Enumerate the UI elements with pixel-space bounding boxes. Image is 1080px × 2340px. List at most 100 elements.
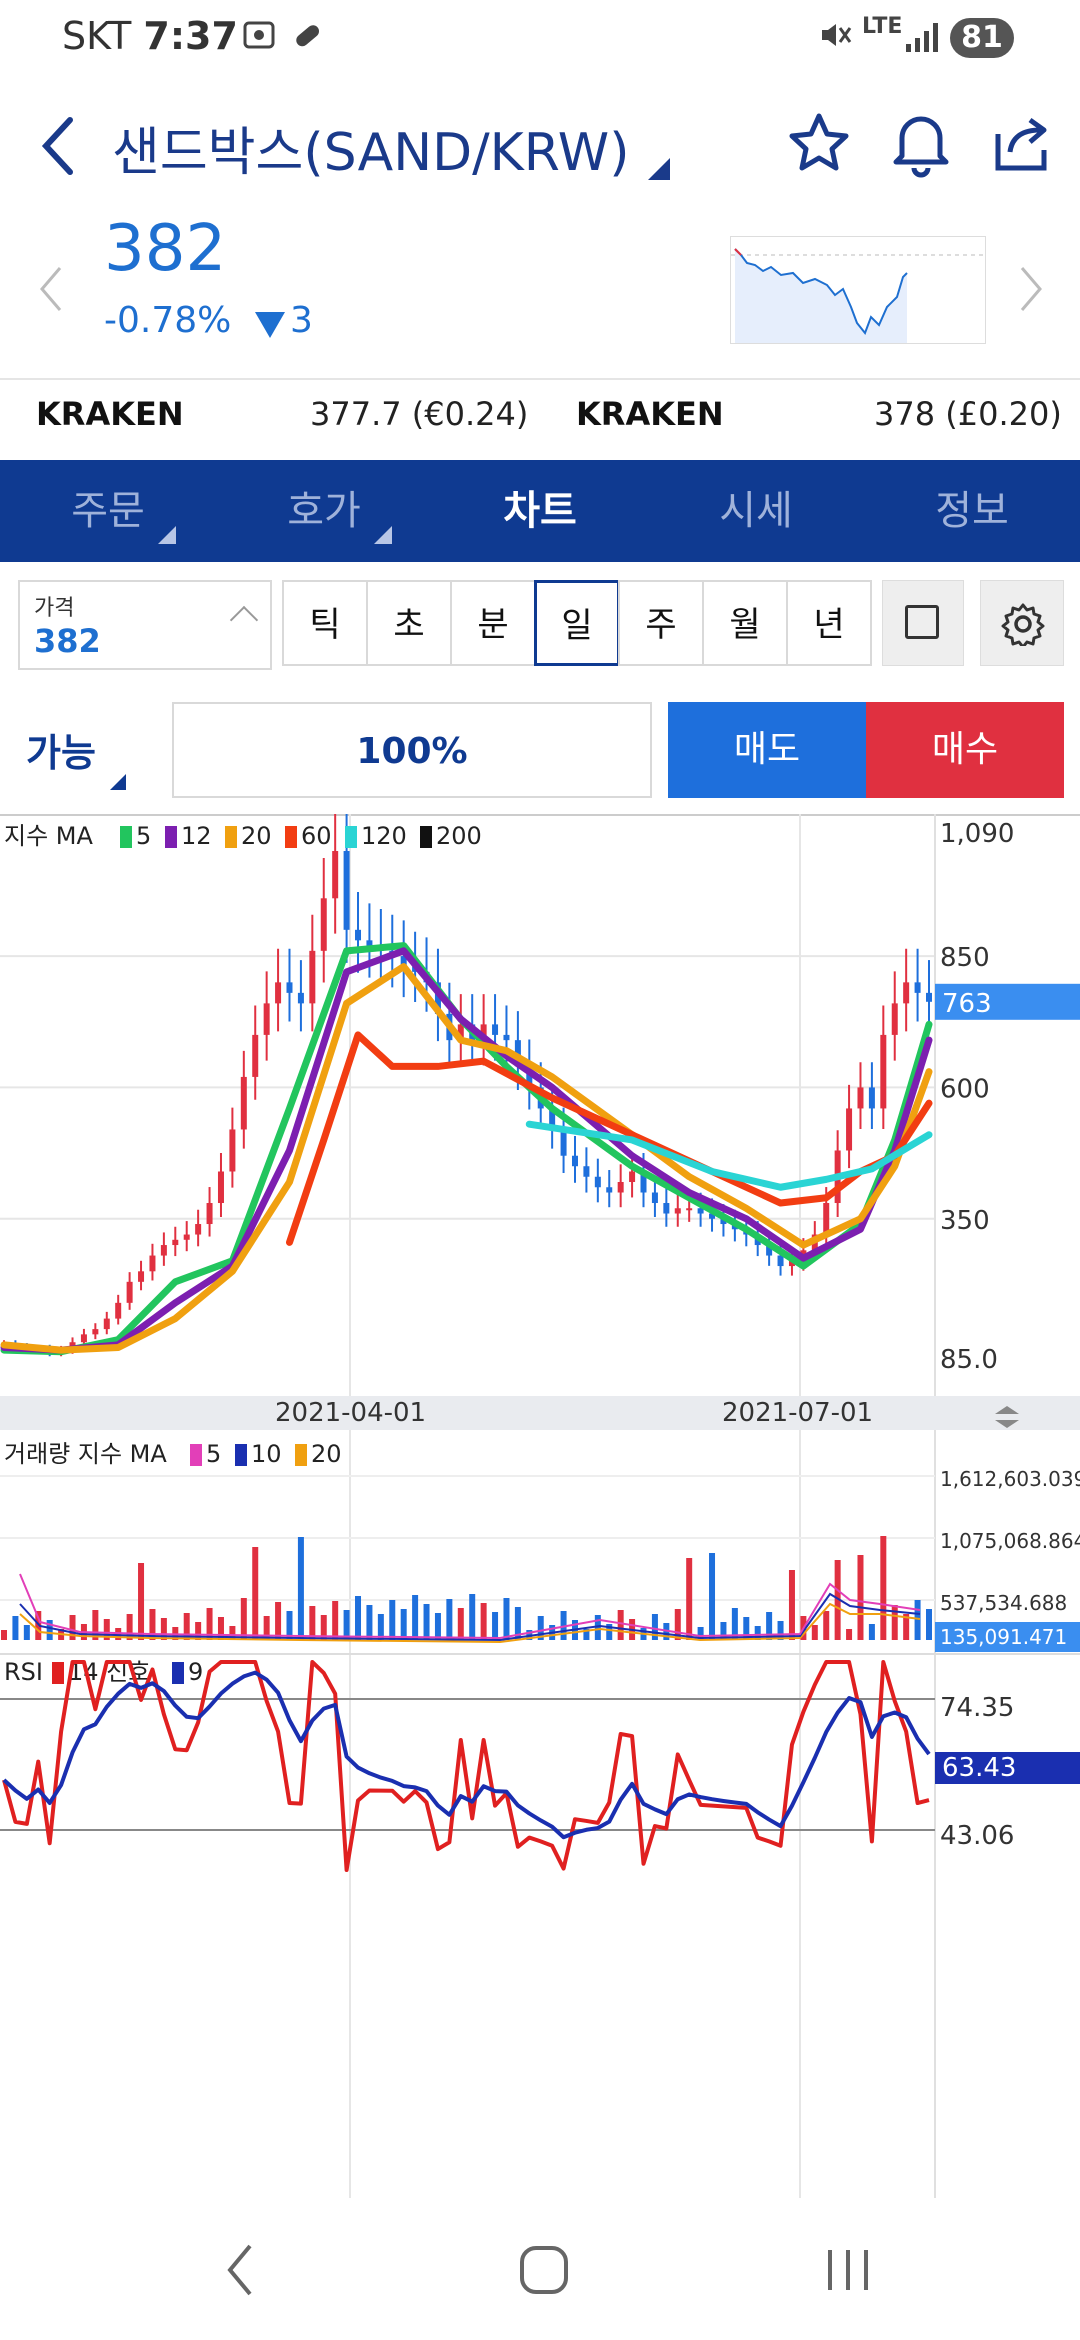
period-second[interactable]: 초 [366, 580, 452, 666]
volume-current-label: 135,091.471 [940, 1625, 1067, 1649]
tab-info[interactable]: 정보 [864, 460, 1080, 562]
volume-bar [686, 1558, 693, 1640]
available-dropdown-icon[interactable] [110, 774, 126, 790]
candle-body [583, 1166, 590, 1177]
volume-bar [617, 1610, 624, 1640]
candle-body [92, 1329, 99, 1335]
exchange-name-1: KRAKEN [36, 395, 184, 433]
volume-bar [400, 1609, 407, 1640]
tab-order[interactable]: 주문 [0, 460, 216, 562]
volume-bar [891, 1605, 898, 1640]
nav-home-icon[interactable] [516, 2240, 572, 2300]
period-tick[interactable]: 틱 [282, 580, 368, 666]
price-selector-value: 382 [34, 622, 101, 660]
tab-orderbook[interactable]: 호가 [216, 460, 432, 562]
pill-icon [296, 25, 320, 47]
main-legend-label-20: 20 [241, 822, 272, 850]
chart-top-border [0, 814, 1080, 816]
change-percent: -0.78% [104, 300, 232, 341]
candle-body [172, 1239, 179, 1246]
candle-body [777, 1255, 784, 1267]
next-arrow-icon[interactable] [1016, 264, 1046, 314]
candle-body [629, 1171, 636, 1182]
nav-back-icon[interactable] [220, 2240, 260, 2300]
main-legend-swatch-12 [165, 826, 177, 848]
volume-bar [366, 1605, 373, 1640]
status-carrier: SKT 7:37 [62, 14, 238, 58]
candle-body [217, 1171, 224, 1204]
chart-settings-button[interactable] [980, 580, 1064, 666]
candle-body [263, 1003, 270, 1035]
period-day[interactable]: 일 [534, 580, 620, 666]
period-month[interactable]: 월 [702, 580, 788, 666]
candle-body [926, 992, 932, 1002]
candle-body [355, 929, 362, 941]
price-chart[interactable]: 지수 MA 5 12 20 60 120 200 1,090 850 600 350 85.0 763 2… [0, 814, 1080, 2200]
volume-legend-swatch-5 [190, 1444, 202, 1466]
page-title[interactable]: 샌드박스(SAND/KRW) [112, 110, 629, 185]
status-bar: SKT 7:37 LTE 81 [0, 0, 1080, 80]
buy-button[interactable]: 매수 [866, 702, 1064, 798]
period-minute[interactable]: 분 [450, 580, 536, 666]
period-year[interactable]: 년 [786, 580, 872, 666]
back-arrow-icon[interactable] [36, 114, 80, 178]
candle-body [183, 1234, 190, 1240]
candle-body [903, 982, 910, 1004]
bell-icon[interactable] [888, 108, 954, 178]
system-nav-bar [0, 2200, 1080, 2340]
current-price: 382 [104, 212, 227, 286]
divider [0, 378, 1080, 380]
rsi-y-tick: 74.35 [940, 1693, 1014, 1723]
main-legend-label-12: 12 [181, 822, 212, 850]
percent-selector[interactable]: 100% [172, 702, 652, 798]
main-y-tick: 85.0 [940, 1345, 998, 1375]
volume-bar [503, 1598, 510, 1640]
volume-bar [914, 1600, 921, 1640]
volume-bar [469, 1594, 476, 1640]
price-selector-label: 가격 [34, 596, 75, 621]
available-selector[interactable]: 가능 [26, 722, 96, 777]
volume-bar [423, 1604, 430, 1640]
candle-body [594, 1176, 601, 1188]
main-legend-swatch-20 [225, 826, 237, 848]
candle-body [229, 1129, 236, 1172]
candle-body [503, 1034, 510, 1041]
battery-badge: 81 [950, 18, 1014, 58]
nav-recents-icon[interactable] [820, 2240, 876, 2300]
candle-body [663, 1203, 670, 1214]
rsi-line [2, 1660, 930, 1872]
square-icon [905, 605, 939, 639]
candle-body [252, 1034, 259, 1077]
volume-bar [309, 1606, 316, 1640]
volume-legend-label-10: 10 [251, 1440, 282, 1468]
main-legend-label-5: 5 [136, 822, 151, 850]
x-tick-label: 2021-04-01 [275, 1398, 426, 1428]
prev-arrow-icon[interactable] [36, 264, 66, 314]
candle-body [617, 1182, 624, 1193]
volume-bar [880, 1536, 887, 1640]
candle-body [366, 940, 373, 946]
candle-body [674, 1208, 681, 1214]
candle-body [606, 1187, 613, 1193]
tab-chart[interactable]: 차트 [432, 460, 648, 562]
volume-bar [492, 1612, 499, 1640]
star-icon[interactable] [786, 110, 852, 176]
main-legend-swatch-60 [285, 826, 297, 848]
volume-bar [846, 1629, 853, 1640]
candle-body [206, 1203, 213, 1225]
price-selector[interactable]: 가격 382 [18, 580, 272, 670]
candle-body [126, 1281, 133, 1303]
main-y-tick: 600 [940, 1074, 990, 1104]
candle-body [880, 1034, 887, 1109]
title-dropdown-icon[interactable] [648, 158, 670, 180]
tab-quotes[interactable]: 시세 [648, 460, 864, 562]
draw-mode-button[interactable] [882, 580, 964, 666]
period-week[interactable]: 주 [618, 580, 704, 666]
sell-button[interactable]: 매도 [668, 702, 866, 798]
candle-body [868, 1087, 875, 1109]
share-icon[interactable] [990, 110, 1056, 176]
candle-body [103, 1318, 110, 1330]
x-axis-band [0, 1396, 1080, 1430]
candle-body [160, 1245, 167, 1256]
current-price-label: 763 [942, 989, 992, 1019]
